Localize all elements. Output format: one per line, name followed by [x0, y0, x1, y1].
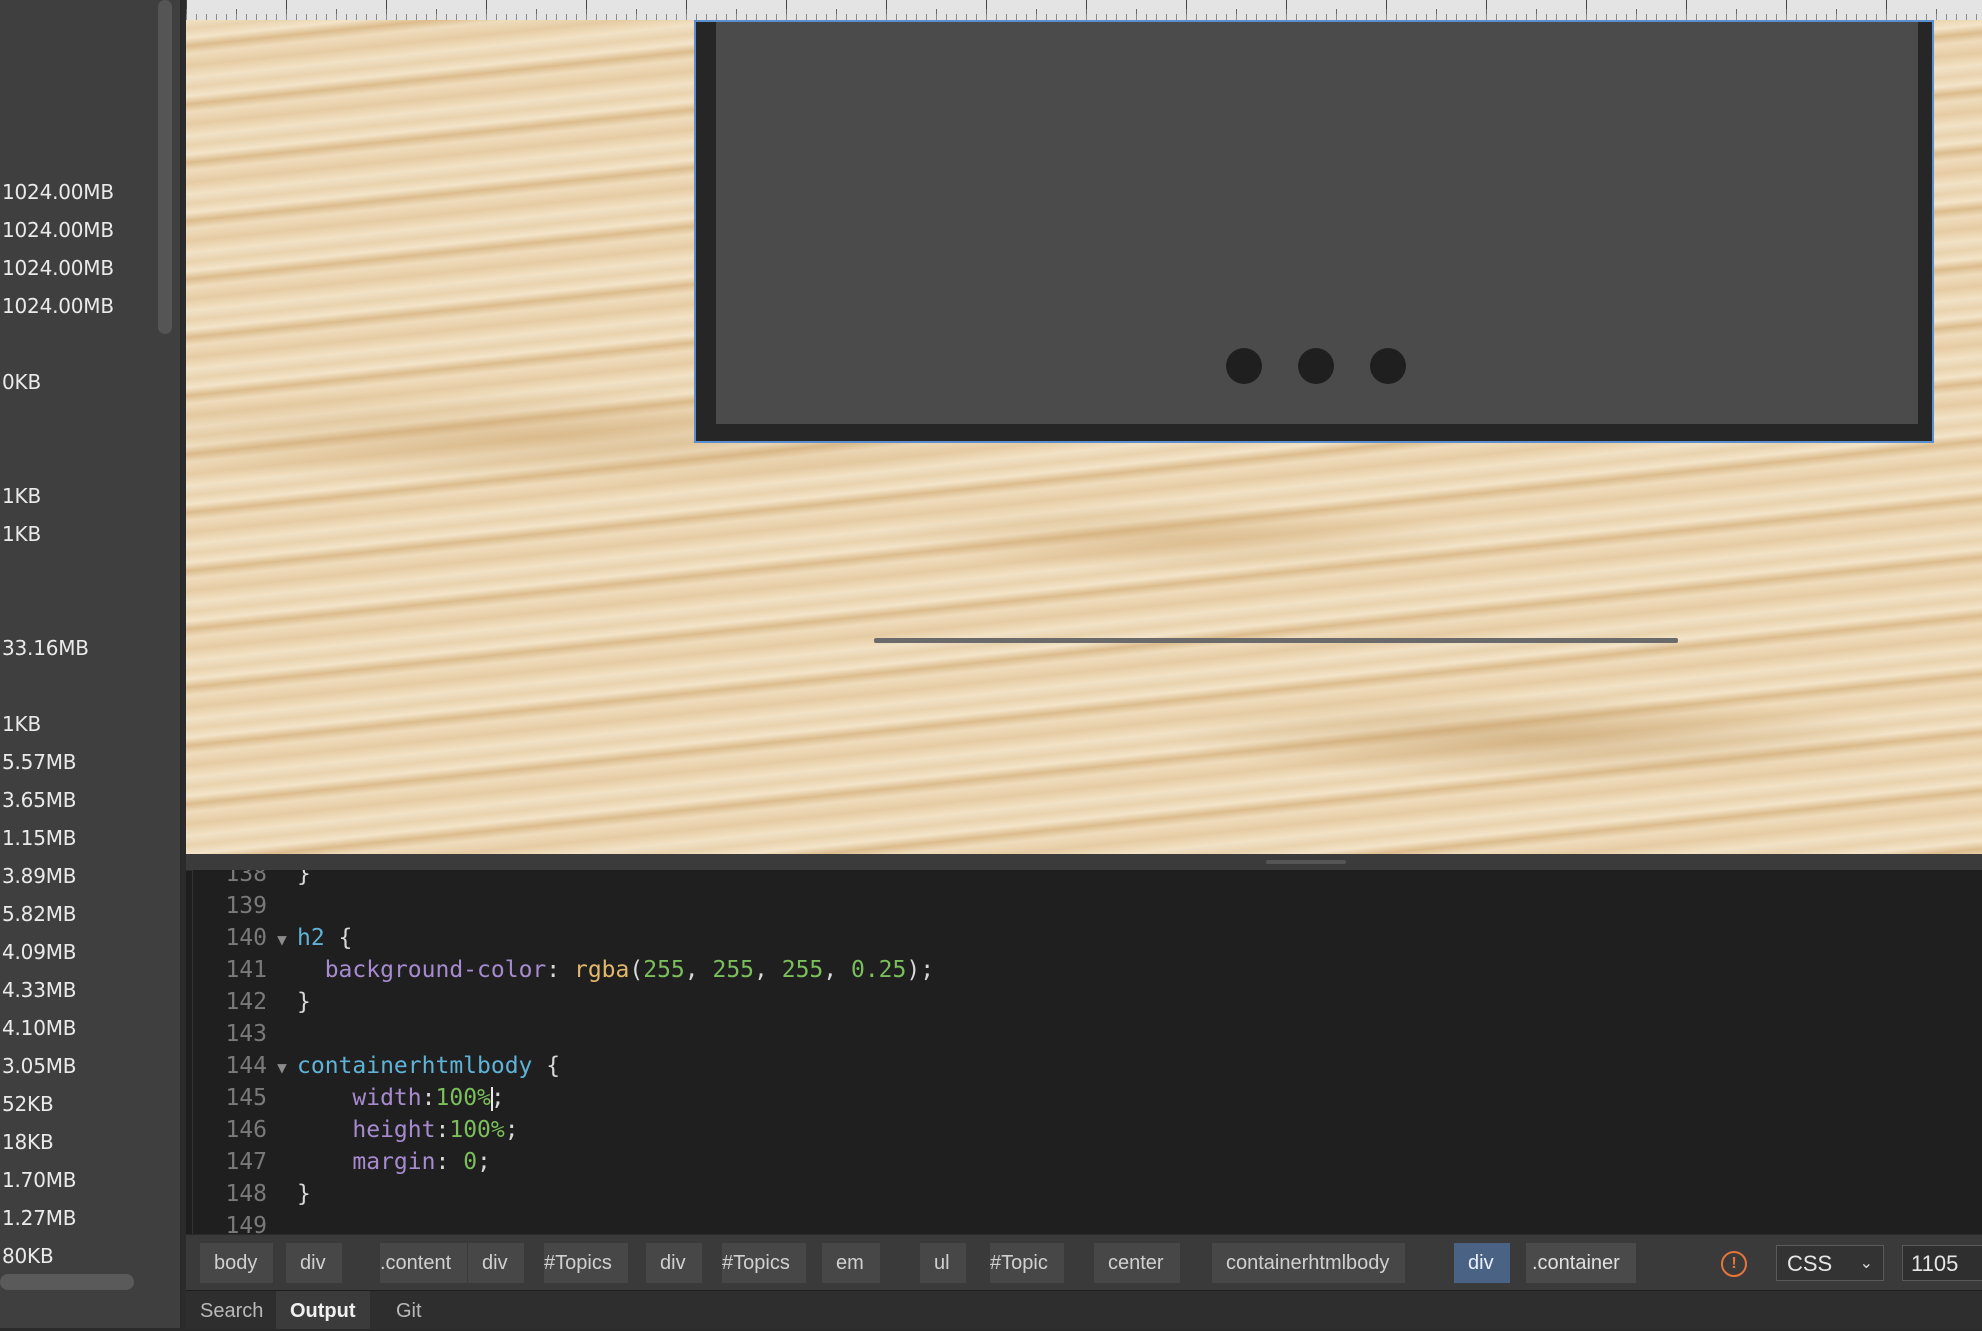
file-size: 3.05MB: [2, 1054, 77, 1078]
tab-search[interactable]: Search: [186, 1291, 277, 1329]
code-line: 145 width:100%;: [225, 1085, 505, 1111]
code-line: 147 margin: 0;: [225, 1149, 491, 1175]
code-line: 141 background-color: rgba(255, 255, 255…: [225, 957, 935, 983]
dot-icon: [1298, 348, 1334, 384]
tag-selector-bar: body div .content div #Topics div #Topic…: [186, 1234, 1982, 1291]
file-size: 1024.00MB: [2, 218, 114, 242]
file-size: 1024.00MB: [2, 256, 114, 280]
file-size: 18KB: [2, 1130, 54, 1154]
fold-arrow-icon[interactable]: ▼: [267, 1052, 297, 1084]
code-line: 148}: [225, 1181, 311, 1207]
breadcrumb-class-active[interactable]: .container: [1526, 1243, 1636, 1283]
code-line: 140 ▼ h2 {: [193, 922, 352, 954]
file-size: 1.27MB: [2, 1206, 77, 1230]
code-line: 149: [225, 1213, 267, 1234]
file-size: 4.10MB: [2, 1016, 77, 1040]
breadcrumb-item[interactable]: center: [1094, 1243, 1180, 1283]
file-size: 5.82MB: [2, 902, 77, 926]
file-size: 52KB: [2, 1092, 54, 1116]
horizontal-rule: [874, 638, 1678, 643]
warning-icon[interactable]: !: [1721, 1251, 1747, 1277]
code-line: 146 height:100%;: [225, 1117, 519, 1143]
dot-icon: [1226, 348, 1262, 384]
breadcrumb-item[interactable]: containerhtmlbody: [1212, 1243, 1406, 1283]
code-line: 143: [225, 1021, 267, 1047]
file-size: 4.33MB: [2, 978, 77, 1002]
horizontal-ruler: [186, 0, 1982, 21]
code-line: 144 ▼ containerhtmlbody {: [193, 1050, 560, 1082]
tab-git[interactable]: Git: [382, 1291, 436, 1329]
language-value: CSS: [1787, 1251, 1833, 1276]
file-size: 4.09MB: [2, 940, 77, 964]
file-size: 0KB: [2, 370, 41, 394]
live-view-canvas[interactable]: [186, 20, 1982, 854]
code-editor[interactable]: 138} 139 140 ▼ h2 { 141 background-color: …: [186, 854, 1982, 1234]
file-size: 3.89MB: [2, 864, 77, 888]
file-size: 1KB: [2, 484, 41, 508]
panel-resize-handle[interactable]: [186, 854, 1982, 871]
vertical-scrollbar[interactable]: [158, 0, 172, 334]
tab-output[interactable]: Output: [276, 1291, 370, 1329]
breadcrumb-item[interactable]: div: [468, 1243, 524, 1283]
bottom-panel-tabs: Search Output Git: [186, 1290, 1982, 1329]
file-size: 1KB: [2, 522, 41, 546]
breadcrumb-item[interactable]: div: [286, 1243, 342, 1283]
file-size-panel: 1024.00MB 1024.00MB 1024.00MB 1024.00MB …: [0, 0, 182, 1328]
language-select[interactable]: CSS ⌄: [1776, 1245, 1884, 1281]
breadcrumb-item[interactable]: ul: [920, 1243, 966, 1283]
code-line: 138}: [225, 870, 311, 887]
code-line: 142}: [225, 989, 311, 1015]
file-size: 80KB: [2, 1244, 54, 1268]
breadcrumb-item[interactable]: div: [646, 1243, 702, 1283]
code-line: 139: [225, 893, 267, 919]
breadcrumb-item-active[interactable]: div: [1454, 1243, 1510, 1283]
file-size: 1.15MB: [2, 826, 77, 850]
selected-container-element[interactable]: [694, 20, 1934, 443]
code-area[interactable]: 138} 139 140 ▼ h2 { 141 background-color: …: [192, 870, 1982, 1234]
line-number-field[interactable]: 1105: [1902, 1245, 1982, 1281]
file-size: 5.57MB: [2, 750, 77, 774]
container-inner: [716, 22, 1918, 424]
breadcrumb-item[interactable]: body: [200, 1243, 274, 1283]
breadcrumb-id[interactable]: #Topics: [722, 1243, 806, 1283]
file-size: 33.16MB: [2, 636, 89, 660]
file-size: 1KB: [2, 712, 41, 736]
fold-arrow-icon[interactable]: ▼: [267, 924, 297, 956]
file-size: 1024.00MB: [2, 294, 114, 318]
breadcrumb-id[interactable]: #Topic: [990, 1243, 1064, 1283]
breadcrumb-class[interactable]: .content: [380, 1243, 468, 1283]
file-size: 3.65MB: [2, 788, 77, 812]
ruler-ticks: [186, 0, 1982, 20]
breadcrumb-item[interactable]: em: [822, 1243, 880, 1283]
grip-icon: [1266, 860, 1346, 864]
file-size: 1024.00MB: [2, 180, 114, 204]
breadcrumb-id[interactable]: #Topics: [544, 1243, 628, 1283]
chevron-down-icon: ⌄: [1859, 1255, 1873, 1272]
horizontal-scrollbar[interactable]: [0, 1274, 134, 1290]
file-size: 1.70MB: [2, 1168, 77, 1192]
dot-icon: [1370, 348, 1406, 384]
